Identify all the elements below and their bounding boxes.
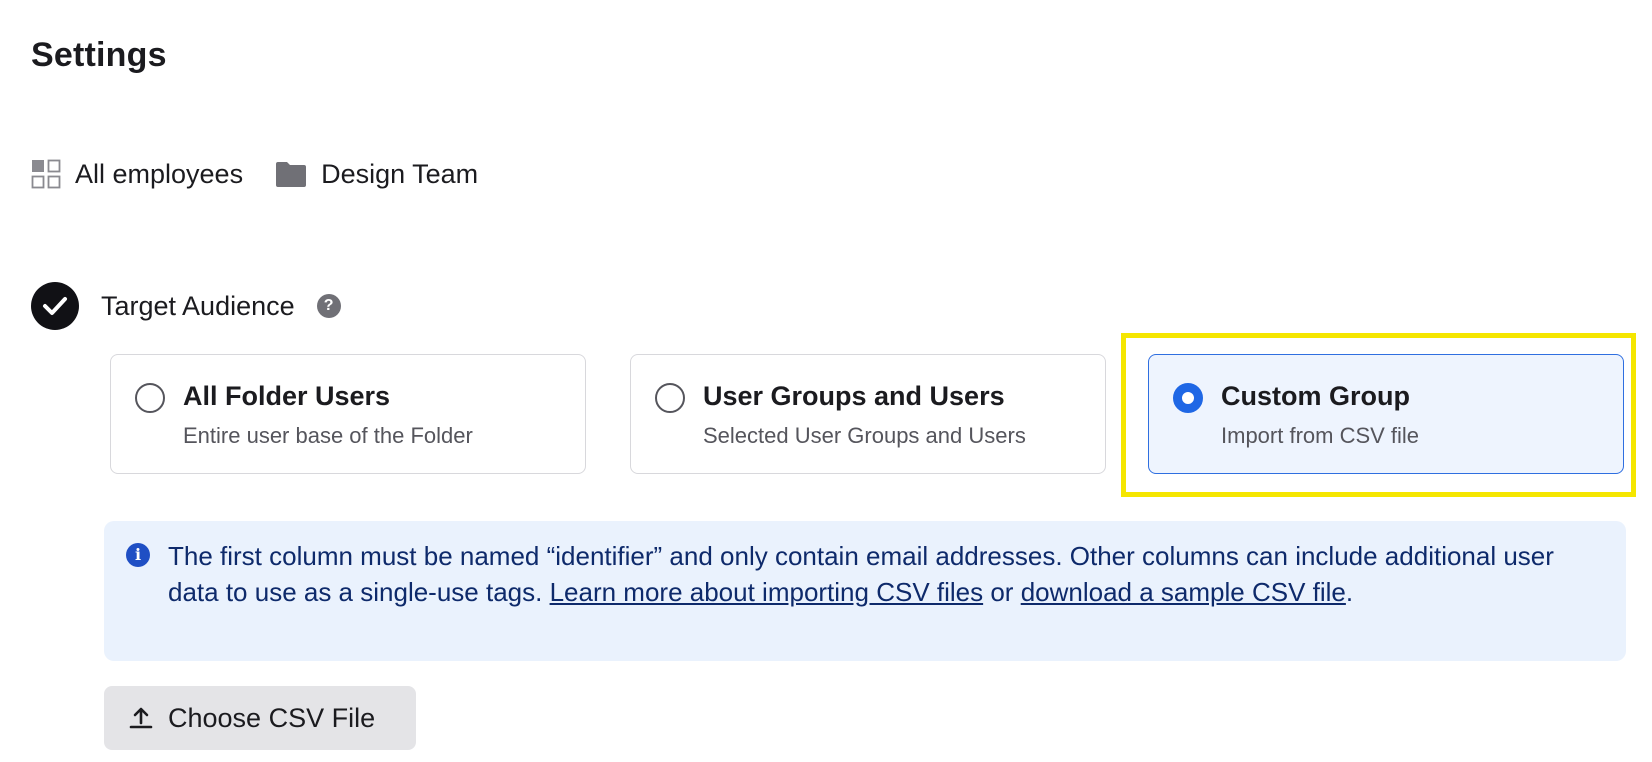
option-all-folder-users[interactable]: All Folder Users Entire user base of the… (110, 354, 586, 474)
option-description: Import from CSV file (1221, 423, 1420, 448)
info-text-end: . (1345, 577, 1354, 607)
settings-page: Settings All employees Design Team Targe… (0, 0, 1652, 762)
section-label: Target Audience (101, 290, 295, 321)
folder-icon (275, 160, 307, 188)
question-circle-icon[interactable]: ? (316, 294, 341, 318)
breadcrumb-label: Design Team (321, 158, 479, 189)
option-title: Custom Group (1221, 381, 1410, 411)
target-audience-header: Target Audience ? (31, 282, 341, 330)
breadcrumb: All employees Design Team (31, 156, 478, 192)
button-label: Choose CSV File (168, 702, 376, 733)
option-title: All Folder Users (183, 381, 391, 411)
check-circle-icon (31, 282, 79, 330)
upload-icon (128, 705, 154, 731)
download-sample-link[interactable]: download a sample CSV file (1021, 577, 1346, 607)
option-description: Entire user base of the Folder (183, 423, 473, 448)
choose-csv-file-button[interactable]: Choose CSV File (104, 686, 416, 750)
grid-icon (31, 159, 61, 189)
learn-more-link[interactable]: Learn more about importing CSV files (550, 577, 984, 607)
radio-button[interactable] (655, 383, 685, 413)
info-icon: i (126, 543, 150, 567)
breadcrumb-item-all-employees[interactable]: All employees (31, 159, 243, 190)
option-custom-group[interactable]: Custom Group Import from CSV file (1148, 354, 1624, 474)
breadcrumb-item-design-team[interactable]: Design Team (275, 159, 478, 190)
info-panel: i The first column must be named “identi… (104, 521, 1626, 661)
radio-button[interactable] (135, 383, 165, 413)
option-description: Selected User Groups and Users (703, 423, 1026, 448)
info-text-middle: or (983, 577, 1021, 607)
page-title: Settings (31, 36, 167, 74)
breadcrumb-label: All employees (75, 158, 244, 189)
option-title: User Groups and Users (703, 381, 1005, 411)
option-user-groups-and-users[interactable]: User Groups and Users Selected User Grou… (630, 354, 1106, 474)
radio-button-selected[interactable] (1173, 383, 1203, 413)
